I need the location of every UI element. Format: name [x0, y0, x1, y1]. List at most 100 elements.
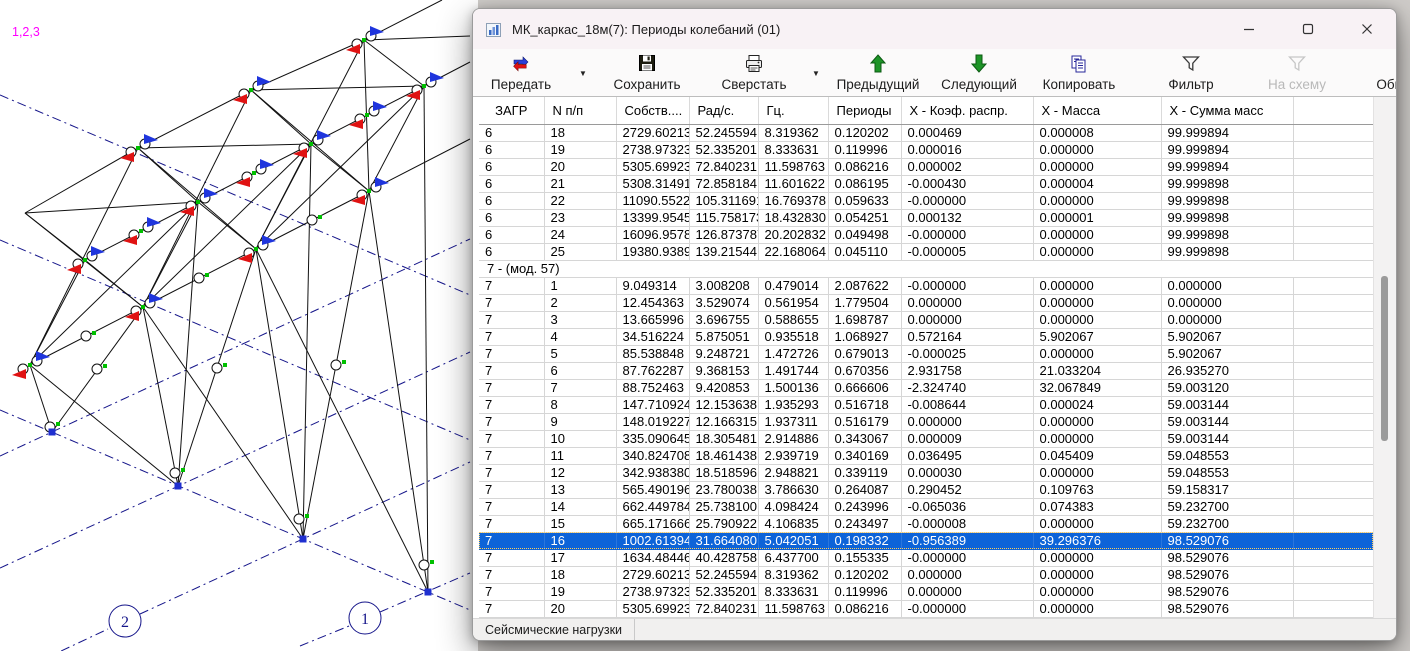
table-row[interactable]: 62211090.5522105.31169116.7693780.059633…: [479, 192, 1373, 209]
scrollbar-thumb[interactable]: [1381, 276, 1388, 441]
table-row[interactable]: 7171634.4844640.4287586.4377000.155335-0…: [479, 549, 1373, 566]
table-cell: 0.120202: [828, 124, 901, 141]
table-cell: 4.098424: [758, 498, 828, 515]
table-row[interactable]: 7687.7622879.3681531.4917440.6703562.931…: [479, 362, 1373, 379]
group-row[interactable]: 7 - (мод. 57): [479, 260, 1373, 277]
table-row[interactable]: 62313399.9545115.75817318.4328300.054251…: [479, 209, 1373, 226]
toolbar-button-transfer[interactable]: Передать: [472, 52, 581, 96]
close-button[interactable]: [1344, 9, 1390, 49]
table-cell: 7: [479, 294, 544, 311]
table-row[interactable]: 710335.09064518.3054812.9148860.3430670.…: [479, 430, 1373, 447]
toolbar-button-filter[interactable]: Фильтр: [1131, 52, 1251, 96]
table-cell: 19: [544, 583, 616, 600]
table-row[interactable]: 7205305.6992372.84023111.5987630.086216-…: [479, 600, 1373, 617]
table-row[interactable]: 712342.93838018.5185962.9488210.3391190.…: [479, 464, 1373, 481]
toolbar-button-save[interactable]: Сохранить: [587, 52, 707, 96]
table-row[interactable]: 7212.4543633.5290740.5619541.7795040.000…: [479, 294, 1373, 311]
table-cell: 0.000000: [1161, 277, 1293, 294]
table-row[interactable]: 7182729.6021352.2455948.3193620.1202020.…: [479, 566, 1373, 583]
table-row[interactable]: 711340.82470818.4614382.9397190.3401690.…: [479, 447, 1373, 464]
table-row[interactable]: 79148.01922712.1663151.9373110.5161790.0…: [479, 413, 1373, 430]
table-row[interactable]: 78147.71092412.1536381.9352930.516718-0.…: [479, 396, 1373, 413]
table-row[interactable]: 7585.5388489.2487211.4727260.679013-0.00…: [479, 345, 1373, 362]
table-row[interactable]: 713565.49019623.7800383.7866300.2640870.…: [479, 481, 1373, 498]
axis-bubble-2[interactable]: 2: [109, 605, 141, 637]
table-row[interactable]: 715665.17166625.7909224.1068350.243497-0…: [479, 515, 1373, 532]
toolbar-button-print[interactable]: Сверстать: [694, 52, 814, 96]
table-cell: 7: [479, 481, 544, 498]
table-cell: 52.335201: [689, 583, 758, 600]
table-row[interactable]: 7313.6659963.6967550.5886551.6987870.000…: [479, 311, 1373, 328]
table-row[interactable]: 7192738.9732352.3352018.3336310.1199960.…: [479, 583, 1373, 600]
table-cell: 662.449784: [616, 498, 689, 515]
maximize-button[interactable]: [1285, 9, 1331, 49]
table-row[interactable]: 62416096.9578126.87378720.2028320.049498…: [479, 226, 1373, 243]
table-row[interactable]: 62519380.9389139.21544122.1680640.045110…: [479, 243, 1373, 260]
column-header[interactable]: N п/п: [544, 97, 616, 124]
table-cell: 7: [479, 345, 544, 362]
table-cell: 147.710924: [616, 396, 689, 413]
column-header[interactable]: Рад/с.: [689, 97, 758, 124]
column-header[interactable]: ЗАГР: [479, 97, 544, 124]
minimize-button[interactable]: [1226, 9, 1272, 49]
table-cell: 18.461438: [689, 447, 758, 464]
toolbar-button-refresh[interactable]: Обновить: [1347, 52, 1397, 96]
table-cell: 0.000000: [1033, 158, 1161, 175]
table-cell: 3: [544, 311, 616, 328]
column-header[interactable]: Гц.: [758, 97, 828, 124]
table-cell: 31.664080: [689, 532, 758, 549]
table-row[interactable]: 719.0493143.0082080.4790142.087622-0.000…: [479, 277, 1373, 294]
table-cell: 5308.31491: [616, 175, 689, 192]
table-row[interactable]: 714662.44978425.7381004.0984240.243996-0…: [479, 498, 1373, 515]
column-header[interactable]: Периоды: [828, 97, 901, 124]
table-cell: 0.000002: [901, 158, 1033, 175]
table-row[interactable]: 7434.5162245.8750510.9355181.0689270.572…: [479, 328, 1373, 345]
column-header[interactable]: Собств....: [616, 97, 689, 124]
table-cell: 20.202832: [758, 226, 828, 243]
table-cell: 0.516179: [828, 413, 901, 430]
table-cell: 6: [479, 192, 544, 209]
table-cell: 26.935270: [1161, 362, 1293, 379]
table-cell: -0.000000: [901, 226, 1033, 243]
hinge-node: [92, 364, 102, 374]
status-tab-seismic-loads[interactable]: Сейсмические нагрузки: [479, 619, 635, 641]
table-cell: 7: [479, 566, 544, 583]
table-cell: 0.000024: [1033, 396, 1161, 413]
column-header[interactable]: X - Коэф. распр.: [901, 97, 1033, 124]
table-cell: 20: [544, 158, 616, 175]
table-cell: 98.529076: [1161, 532, 1293, 549]
table-cell: 9.049314: [616, 277, 689, 294]
dropdown-caret-icon[interactable]: ▼: [579, 69, 587, 78]
column-header[interactable]: X - Масса: [1033, 97, 1161, 124]
table-cell: 59.158317: [1161, 481, 1293, 498]
axis-bubble-1[interactable]: 1: [349, 602, 381, 634]
table-cell: 0.000000: [1033, 277, 1161, 294]
model-view[interactable]: 2 1: [0, 0, 478, 651]
table-cell: 0.000000: [901, 566, 1033, 583]
table-cell: 0.679013: [828, 345, 901, 362]
table-cell: 7: [479, 379, 544, 396]
table-row[interactable]: 7788.7524639.4208531.5001360.666606-2.32…: [479, 379, 1373, 396]
table-cell: 99.999894: [1161, 124, 1293, 141]
column-header[interactable]: X - Сумма масс: [1161, 97, 1293, 124]
vertical-scrollbar[interactable]: [1373, 97, 1397, 618]
table-cell: 8: [544, 396, 616, 413]
table-cell: 4: [544, 328, 616, 345]
table-cell: 7: [479, 583, 544, 600]
table-cell-filler: [1293, 600, 1373, 617]
table-cell: 6: [479, 158, 544, 175]
table-row[interactable]: 6215308.3149172.85818411.6016220.086195-…: [479, 175, 1373, 192]
table-cell: 98.529076: [1161, 583, 1293, 600]
table-row[interactable]: 6192738.9732352.3352018.3336310.1199960.…: [479, 141, 1373, 158]
table-cell-filler: [1293, 124, 1373, 141]
table-row[interactable]: 6205305.6992372.84023111.5987630.0862160…: [479, 158, 1373, 175]
table-row[interactable]: 6182729.6021352.2455948.3193620.1202020.…: [479, 124, 1373, 141]
table-cell: 59.232700: [1161, 515, 1293, 532]
table-row[interactable]: 7161002.6139431.6640805.0420510.198332-0…: [479, 532, 1373, 549]
table-cell: 39.296376: [1033, 532, 1161, 549]
toolbar-button-copy[interactable]: Копировать: [1019, 52, 1139, 96]
table-cell-filler: [1293, 362, 1373, 379]
table-cell: 99.999898: [1161, 243, 1293, 260]
title-bar[interactable]: МК_каркас_18м(7): Периоды колебаний (01): [473, 9, 1396, 49]
table-cell-filler: [1293, 532, 1373, 549]
